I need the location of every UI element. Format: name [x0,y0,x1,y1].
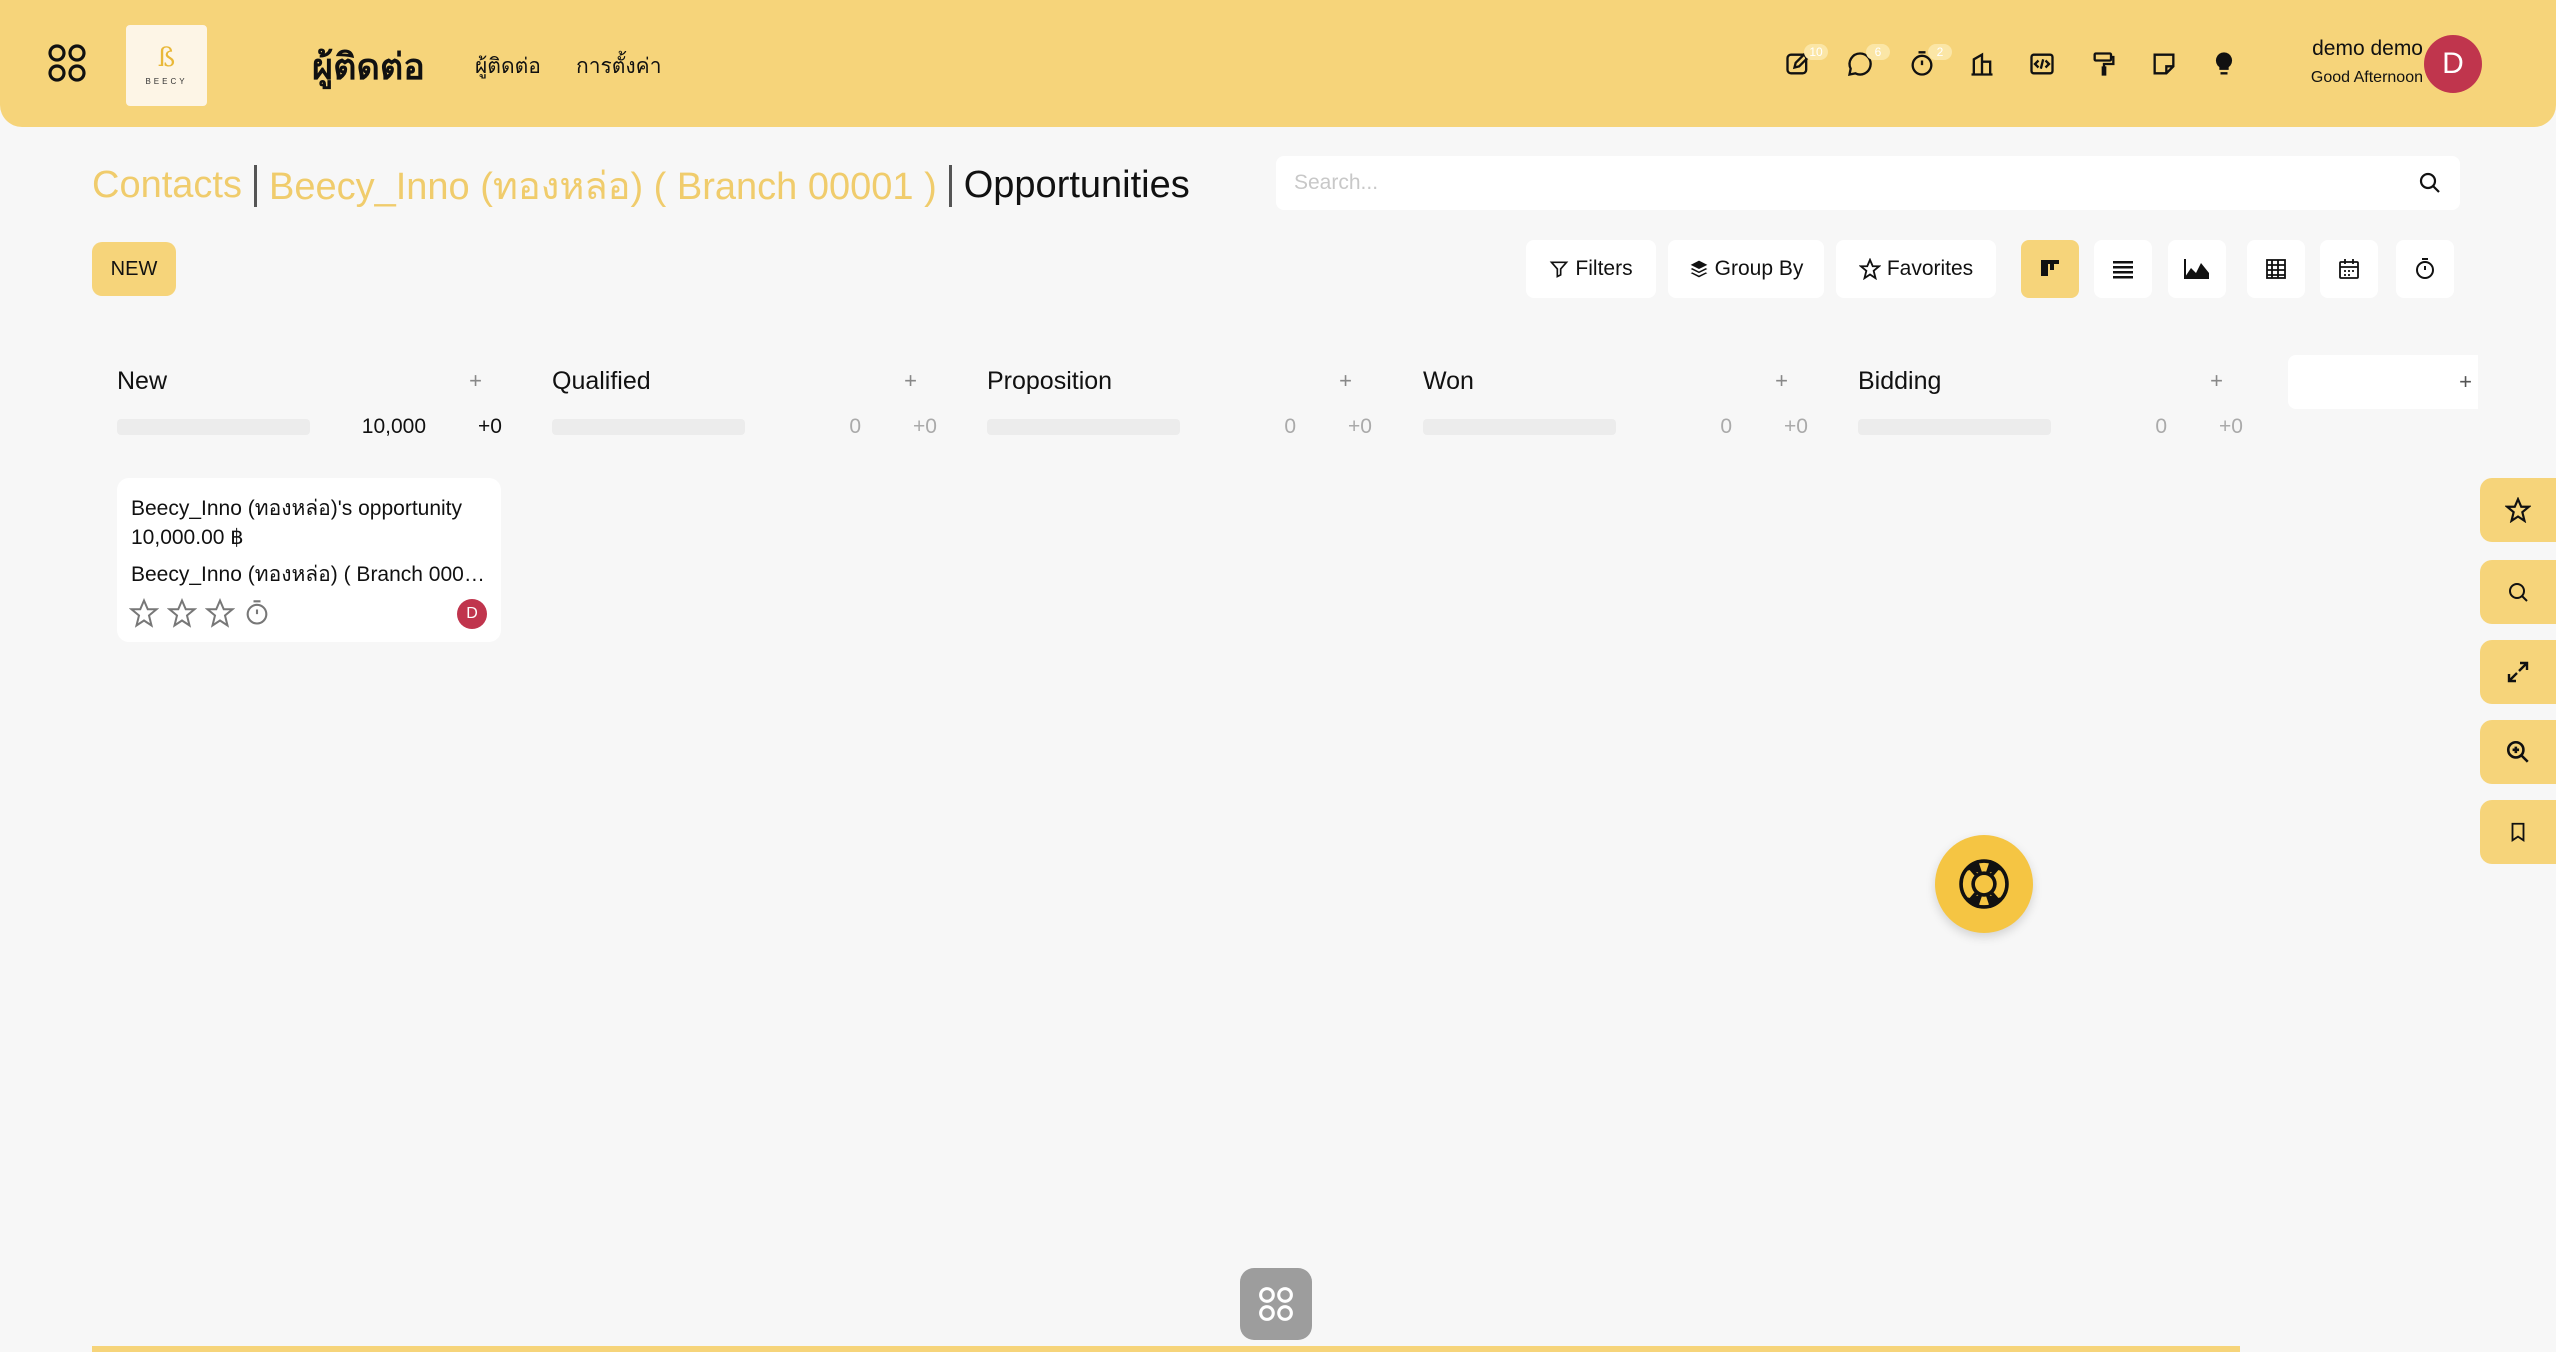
card-title: Beecy_Inno (ทองหล่อ)'s opportunity [131,497,463,520]
company-logo[interactable]: ß BEECY [126,25,207,106]
activity-view-icon[interactable] [2396,240,2454,298]
favorites-button[interactable]: Favorites [1836,240,1996,298]
edit-icon[interactable]: 10 [1780,44,1828,82]
bottom-progress-line [92,1346,2240,1352]
add-column-plus: + [2459,369,2472,394]
pivot-view-icon[interactable] [2247,240,2305,298]
breadcrumb-separator [948,164,952,207]
top-header: ß BEECY ผู้ติดต่อ ผู้ติดต่อ การตั้งค่า 1… [0,0,2556,127]
group-by-button[interactable]: Group By [1668,240,1824,298]
graph-view-icon[interactable] [2168,240,2226,298]
star-icon [1858,258,1881,280]
column-delta: +0 [1784,415,1808,438]
expand-icon[interactable] [2480,640,2556,704]
page-title: Opportunities [963,164,1190,206]
column-title[interactable]: Qualified [552,367,651,396]
new-button[interactable]: NEW [92,242,176,296]
app-title: ผู้ติดต่อ [312,46,425,87]
apps-menu-icon[interactable] [44,40,90,86]
group-by-label: Group By [1714,257,1804,280]
column-sum: 0 [1284,415,1296,438]
column-progress-bar [987,419,1180,435]
user-avatar[interactable]: D [2424,35,2482,93]
column-delta: +0 [2219,415,2243,438]
bookmark-icon[interactable] [2480,800,2556,864]
column-quick-add[interactable]: + [469,368,482,394]
column-progress-bar [117,419,310,435]
user-greeting: Good Afternoon [2310,69,2423,86]
card-partner: Beecy_Inno (ทองหล่อ) ( Branch 00001 ) [131,563,487,586]
column-title[interactable]: Bidding [1858,367,1941,396]
side-search-icon[interactable] [2480,560,2556,624]
logo-text: BEECY [145,77,188,86]
list-view-icon[interactable] [2094,240,2152,298]
nav-settings[interactable]: การตั้งค่า [576,50,662,83]
note-icon[interactable] [2146,46,2182,82]
chat-badge: 6 [1866,44,1890,60]
column-delta: +0 [1348,415,1372,438]
add-column-button[interactable]: + [2288,355,2478,409]
timer-icon[interactable]: 2 [1904,44,1952,82]
user-name[interactable]: demo demo [2312,37,2423,61]
calendar-view-icon[interactable] [2320,240,2378,298]
column-progress-bar [552,419,745,435]
star-icon[interactable] [205,598,235,628]
paint-roller-icon[interactable] [2086,46,2122,82]
nav-contacts[interactable]: ผู้ติดต่อ [475,50,541,83]
column-title[interactable]: Won [1423,367,1474,396]
lightbulb-icon[interactable] [2206,46,2242,82]
column-sum: 0 [849,415,861,438]
column-sum: 0 [2155,415,2167,438]
favorite-star-icon[interactable] [2480,478,2556,542]
column-progress-bar [1423,419,1616,435]
card-amount: 10,000.00 ฿ [131,526,244,549]
kanban-view-icon[interactable] [2021,240,2079,298]
column-sum: 10,000 [361,415,426,438]
activity-clock-icon[interactable] [243,599,271,627]
breadcrumb: Contacts Beecy_Inno (ทองหล่อ) ( Branch 0… [92,155,1190,216]
search-box [1276,156,2460,210]
favorites-label: Favorites [1886,257,1974,280]
column-delta: +0 [478,415,502,438]
chat-icon[interactable]: 6 [1842,44,1890,82]
filters-button[interactable]: Filters [1526,240,1656,298]
star-icon[interactable] [129,598,159,628]
priority-stars [129,598,271,628]
breadcrumb-contact-name[interactable]: Beecy_Inno (ทองหล่อ) ( Branch 00001 ) [269,155,937,216]
star-icon[interactable] [167,598,197,628]
search-input[interactable] [1294,156,2394,210]
column-quick-add[interactable]: + [904,368,917,394]
bottom-apps-icon[interactable] [1240,1268,1312,1340]
column-title[interactable]: Proposition [987,367,1112,396]
help-lifebuoy-icon[interactable] [1935,835,2033,933]
filter-icon [1550,261,1569,278]
card-assignee-avatar[interactable]: D [457,599,487,629]
edit-badge: 10 [1804,44,1828,60]
opportunity-card[interactable]: Beecy_Inno (ทองหล่อ)'s opportunity 10,00… [117,478,501,642]
logo-mark: ß [157,43,176,73]
column-title[interactable]: New [117,367,167,396]
breadcrumb-contacts[interactable]: Contacts [92,164,242,207]
column-quick-add[interactable]: + [1775,368,1788,394]
column-progress-bar [1858,419,2051,435]
zoom-in-icon[interactable] [2480,720,2556,784]
breadcrumb-separator [253,164,257,207]
filters-label: Filters [1575,257,1633,280]
column-quick-add[interactable]: + [2210,368,2223,394]
timer-badge: 2 [1928,44,1952,60]
building-icon[interactable] [1964,46,2000,82]
search-icon[interactable] [2418,171,2442,200]
column-delta: +0 [913,415,937,438]
column-quick-add[interactable]: + [1339,368,1352,394]
code-icon[interactable] [2024,46,2060,82]
layers-icon [1690,260,1707,278]
column-sum: 0 [1720,415,1732,438]
